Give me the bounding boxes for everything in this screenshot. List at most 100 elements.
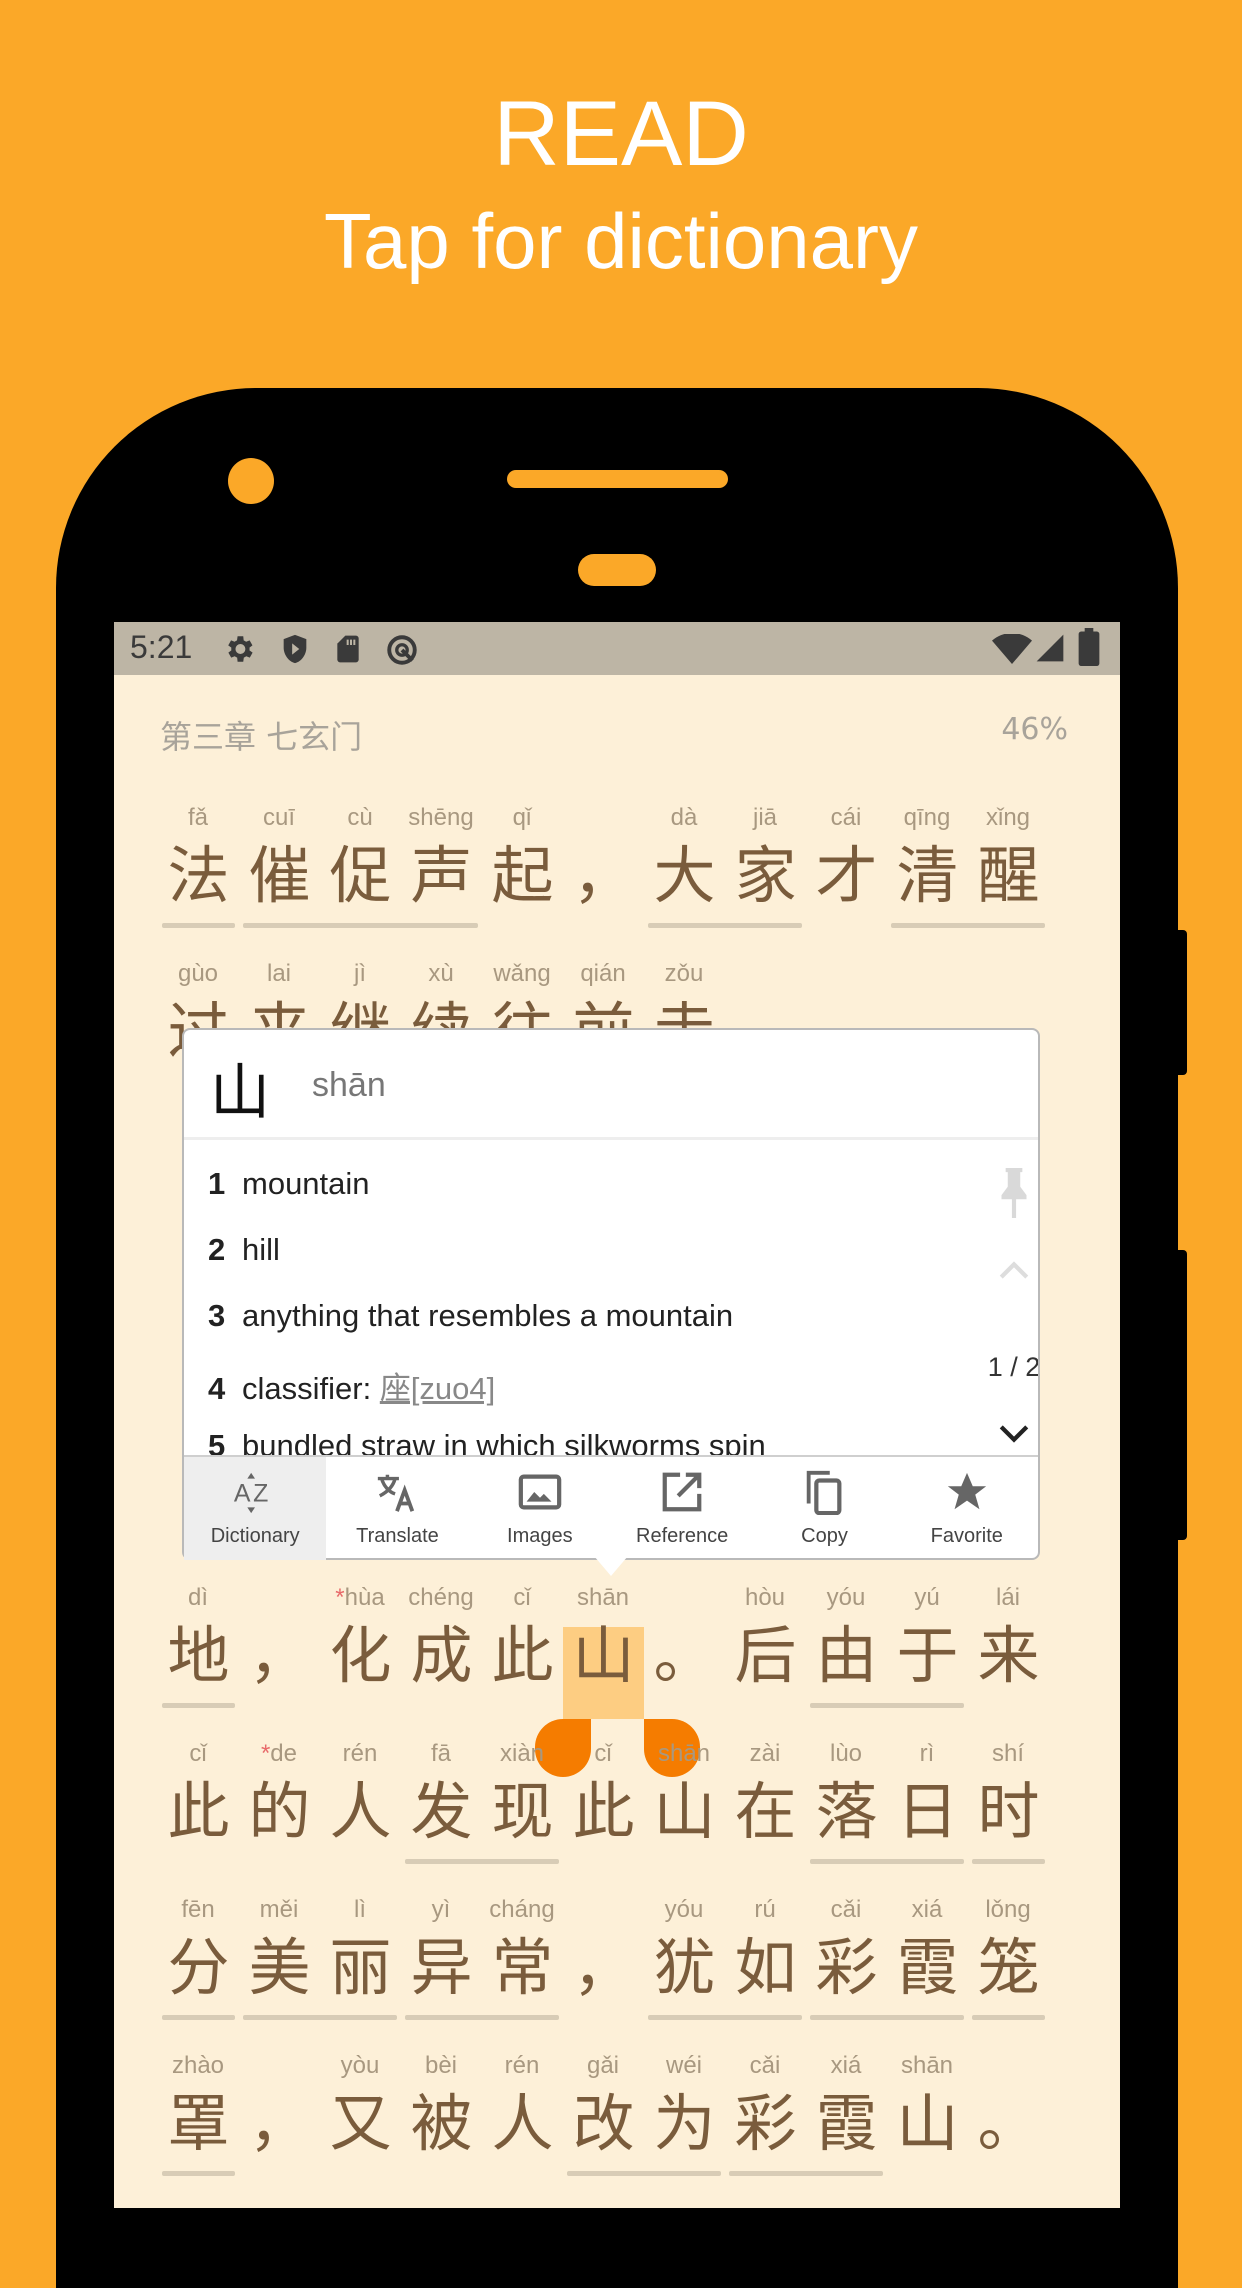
definition-item: 2 hill	[208, 1232, 280, 1268]
hanzi: 才	[815, 839, 878, 912]
text-character[interactable]: cǐ 此	[482, 1584, 563, 1724]
text-character[interactable]: zài 在	[725, 1740, 806, 1880]
text-character[interactable]: cǐ 此	[563, 1740, 644, 1880]
chevron-down-icon	[999, 1425, 1029, 1443]
pinyin-slot: shí	[958, 1740, 1058, 1768]
text-character[interactable]: 。	[644, 1584, 725, 1724]
popup-header: 山 shān	[184, 1030, 1038, 1140]
pinyin: gǎi	[586, 2052, 620, 2079]
pinyin: cǐ	[189, 1740, 207, 1767]
pinyin: xiàn	[499, 1740, 545, 1767]
copy-button[interactable]: Copy	[753, 1457, 895, 1560]
text-character[interactable]: ，	[239, 2052, 320, 2192]
pinyin: lǒng	[985, 1896, 1031, 1923]
hanzi: 。	[977, 2087, 1040, 2160]
hanzi: 罩	[167, 2087, 230, 2160]
toolbar-label: Dictionary	[210, 1525, 300, 1547]
word-underline	[648, 923, 802, 928]
battery-icon	[1078, 628, 1100, 666]
hanzi: 又	[329, 2087, 392, 2160]
pinyin: yóu	[826, 1584, 866, 1611]
hanzi: 山	[572, 1619, 635, 1692]
hanzi: 家	[734, 839, 797, 912]
text-character[interactable]: shān 山	[644, 1740, 725, 1880]
pinyin: rén	[342, 1740, 378, 1767]
definition-text: mountain	[242, 1166, 370, 1201]
text-character[interactable]: ，	[239, 1584, 320, 1724]
hanzi: 人	[491, 2087, 554, 2160]
definition-item: 3 anything that resembles a mountain	[208, 1298, 733, 1334]
text-character[interactable]: *hùa 化	[320, 1584, 401, 1724]
pinyin: jiā	[752, 804, 777, 831]
word-underline	[810, 2015, 964, 2020]
text-character[interactable]: cǐ 此	[158, 1740, 239, 1880]
hanzi: 声	[410, 839, 473, 912]
word-underline	[405, 2015, 559, 2020]
data-saver-icon	[387, 635, 417, 665]
word-underline	[405, 1859, 559, 1864]
classifier-link[interactable]: 座[zuo4]	[380, 1371, 495, 1406]
text-character[interactable]: bèi 被	[401, 2052, 482, 2192]
text-character[interactable]: qǐ 起	[482, 804, 563, 944]
pinyin: *hùa	[335, 1584, 385, 1612]
hanzi: 来	[977, 1619, 1040, 1692]
pinyin: xiá	[830, 2052, 862, 2079]
dictionary-button[interactable]: AZ Dictionary	[184, 1457, 327, 1560]
copy-icon	[807, 1470, 842, 1516]
hanzi: 人	[329, 1775, 392, 1848]
popup-toolbar: AZ Dictionary Translate Images Reference…	[184, 1455, 1038, 1560]
favorite-button[interactable]: Favorite	[896, 1457, 1038, 1560]
pinyin: fǎ	[187, 804, 208, 831]
hanzi: 常	[491, 1931, 554, 2004]
camera-icon	[228, 458, 274, 504]
word-underline	[972, 1859, 1045, 1864]
definition-number: 3	[208, 1298, 226, 1333]
text-character[interactable]: rén 人	[320, 1740, 401, 1880]
text-character[interactable]: rén 人	[482, 2052, 563, 2192]
text-character[interactable]: ，	[563, 1896, 644, 2036]
translate-button[interactable]: Translate	[326, 1457, 468, 1560]
hanzi: 霞	[896, 1931, 959, 2004]
pin-button[interactable]	[984, 1168, 1038, 1222]
word-underline	[810, 1703, 964, 1708]
pinyin: shān	[576, 1584, 630, 1611]
hanzi: 成	[410, 1619, 473, 1692]
pinyin: zài	[749, 1740, 781, 1767]
definition-list[interactable]: 1 mountain 2 hill 3 anything that resembles…	[184, 1142, 1038, 1455]
pinyin: qián	[580, 960, 626, 987]
text-character[interactable]: cái 才	[806, 804, 887, 944]
pinyin: rén	[504, 2052, 540, 2079]
hanzi: 改	[572, 2087, 635, 2160]
hanzi: 分	[167, 1931, 230, 2004]
definition-text: bundled straw in which silkworms spin	[242, 1428, 766, 1455]
hanzi: 异	[410, 1931, 473, 2004]
text-character[interactable]: *de 的	[239, 1740, 320, 1880]
text-character[interactable]: shān 山	[563, 1584, 644, 1724]
star-icon	[947, 1472, 986, 1510]
text-character[interactable]: chéng 成	[401, 1584, 482, 1724]
hero-title: READ	[493, 83, 749, 185]
pinyin: rì	[919, 1740, 935, 1767]
word-underline	[162, 2015, 235, 2020]
text-character[interactable]: hòu 后	[725, 1584, 806, 1724]
text-character[interactable]: lái 来	[968, 1584, 1049, 1724]
next-page-button[interactable]	[984, 1422, 1038, 1450]
text-character[interactable]: yòu 又	[320, 2052, 401, 2192]
hanzi: 如	[734, 1931, 797, 2004]
definition-number: 2	[208, 1232, 226, 1267]
sort-az-icon: AZ	[234, 1472, 268, 1514]
pinyin: lai	[266, 960, 291, 987]
pinyin: hòu	[744, 1584, 786, 1611]
prev-page-button[interactable]	[984, 1258, 1038, 1286]
images-button[interactable]: Images	[469, 1457, 611, 1560]
definition-item: 1 mountain	[208, 1166, 370, 1202]
pinyin: dì	[187, 1584, 208, 1611]
pinyin: yì	[431, 1896, 451, 1923]
gear-icon	[228, 636, 253, 662]
pinyin: qǐ	[512, 804, 532, 831]
reference-button[interactable]: Reference	[611, 1457, 753, 1560]
text-character[interactable]: ，	[563, 804, 644, 944]
hanzi: 于	[896, 1619, 959, 1692]
text-character[interactable]: shān 山	[887, 2052, 968, 2192]
text-character[interactable]: 。	[968, 2052, 1049, 2192]
